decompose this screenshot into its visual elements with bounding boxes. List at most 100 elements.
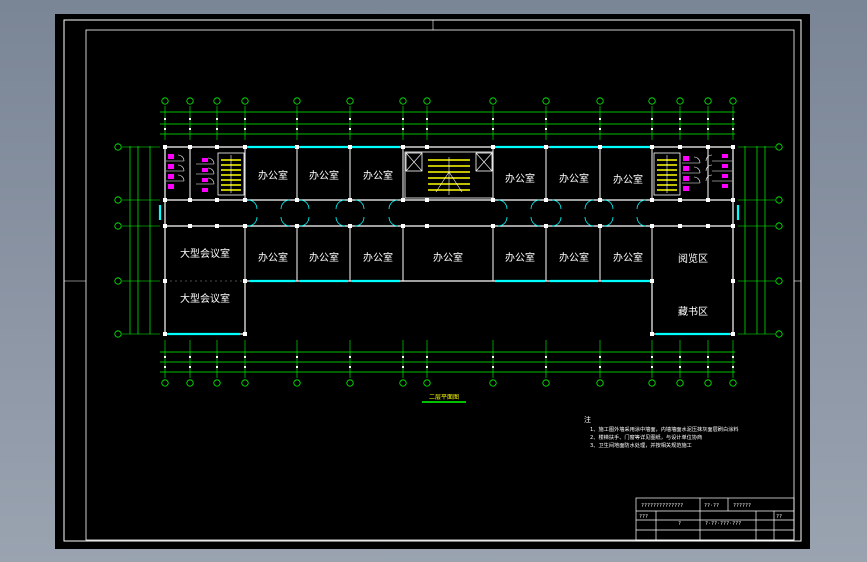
room-label-office: 办公室: [505, 251, 535, 264]
room-label-large-meeting: 大型会议室: [180, 247, 230, 260]
column: [295, 224, 299, 228]
room-label-reading: 阅览区: [678, 252, 708, 265]
dimension-tick: [164, 128, 166, 130]
dimension-tick: [164, 356, 166, 358]
dimension-tick: [426, 128, 428, 130]
room-label-office: 办公室: [505, 172, 535, 185]
dimension-tick: [164, 366, 166, 368]
dimension-tick: [349, 128, 351, 130]
dimension-tick: [216, 128, 218, 130]
dimension-tick: [402, 356, 404, 358]
column: [188, 224, 192, 228]
dimension-tick: [545, 128, 547, 130]
room-label-office: 办公室: [559, 172, 589, 185]
column: [731, 332, 735, 336]
dimension-tick: [707, 356, 709, 358]
dimension-tick: [349, 366, 351, 368]
column: [491, 145, 495, 149]
column: [598, 224, 602, 228]
dimension-tick: [651, 366, 653, 368]
room-label-office: 办公室: [258, 251, 288, 264]
dimension-tick: [707, 118, 709, 120]
dimension-tick: [296, 356, 298, 358]
dimension-tick: [402, 128, 404, 130]
dimension-tick: [216, 118, 218, 120]
column: [491, 224, 495, 228]
dimension-tick: [651, 356, 653, 358]
title-block-row-b: ?: [678, 521, 681, 527]
dimension-tick: [732, 118, 734, 120]
dimension-tick: [545, 356, 547, 358]
column: [678, 224, 682, 228]
column: [650, 332, 654, 336]
column: [295, 198, 299, 202]
dimension-tick: [651, 128, 653, 130]
dimension-tick: [244, 366, 246, 368]
dimension-tick: [492, 128, 494, 130]
title-block-row-c: ??: [776, 514, 782, 520]
dimension-tick: [349, 356, 351, 358]
dimension-tick: [599, 118, 601, 120]
dimension-tick: [599, 366, 601, 368]
room-label-office: 办公室: [363, 169, 393, 182]
title-block-col-b: ??????: [733, 503, 751, 509]
column: [650, 224, 654, 228]
dimension-tick: [402, 118, 404, 120]
plan-title: 二层平面图: [429, 394, 459, 401]
column: [348, 224, 352, 228]
notes-line-2: 2、楼梯扶手、门窗等详见图纸，与设计单位协商: [590, 433, 702, 441]
column: [425, 145, 429, 149]
column: [678, 145, 682, 149]
notes-line-1: 1、施工图外墙采用涂中墙面，内墙墙面水泥压抹灰面层刷白涂料: [590, 425, 739, 433]
column: [163, 224, 167, 228]
room-label-office: 办公室: [433, 251, 463, 264]
title-block-row-a: ???: [639, 514, 648, 520]
room-label-office: 办公室: [559, 251, 589, 264]
column: [544, 145, 548, 149]
column: [598, 145, 602, 149]
cad-drawing-canvas: 办公室 办公室 办公室 办公室 办公室 办公室 办公室 办公室 办公室 办公室 …: [55, 14, 810, 549]
room-label-large-meeting: 大型会议室: [180, 292, 230, 305]
dimension-tick: [679, 128, 681, 130]
dimension-tick: [426, 356, 428, 358]
column: [295, 145, 299, 149]
column: [401, 224, 405, 228]
dimension-tick: [402, 366, 404, 368]
notes-heading: 注: [584, 415, 591, 424]
column: [650, 145, 654, 149]
notes-line-3: 3、卫生间地面防水处理，并按相关规范施工: [590, 441, 692, 449]
column: [544, 198, 548, 202]
dimension-tick: [492, 356, 494, 358]
dimension-tick: [244, 118, 246, 120]
column: [348, 198, 352, 202]
column: [706, 145, 710, 149]
column: [243, 332, 247, 336]
column: [706, 224, 710, 228]
dimension-tick: [296, 118, 298, 120]
column: [678, 198, 682, 202]
room-label-library: 藏书区: [678, 306, 708, 318]
title-block-row-d: ?·??·???·???: [705, 521, 741, 527]
room-label-office: 办公室: [613, 251, 643, 264]
dimension-tick: [296, 366, 298, 368]
column: [401, 198, 405, 202]
dimension-tick: [732, 356, 734, 358]
column: [163, 198, 167, 202]
dimension-tick: [492, 366, 494, 368]
title-block-col-a: ??·??: [704, 503, 719, 509]
dimension-tick: [189, 366, 191, 368]
column: [706, 198, 710, 202]
dimension-tick: [189, 118, 191, 120]
dimension-tick: [426, 366, 428, 368]
dimension-tick: [296, 128, 298, 130]
dimension-tick: [244, 356, 246, 358]
column: [731, 145, 735, 149]
column: [188, 145, 192, 149]
column: [243, 224, 247, 228]
column: [243, 145, 247, 149]
column: [731, 198, 735, 202]
dimension-tick: [599, 128, 601, 130]
dimension-tick: [216, 366, 218, 368]
dimension-tick: [679, 356, 681, 358]
dimension-tick: [244, 128, 246, 130]
